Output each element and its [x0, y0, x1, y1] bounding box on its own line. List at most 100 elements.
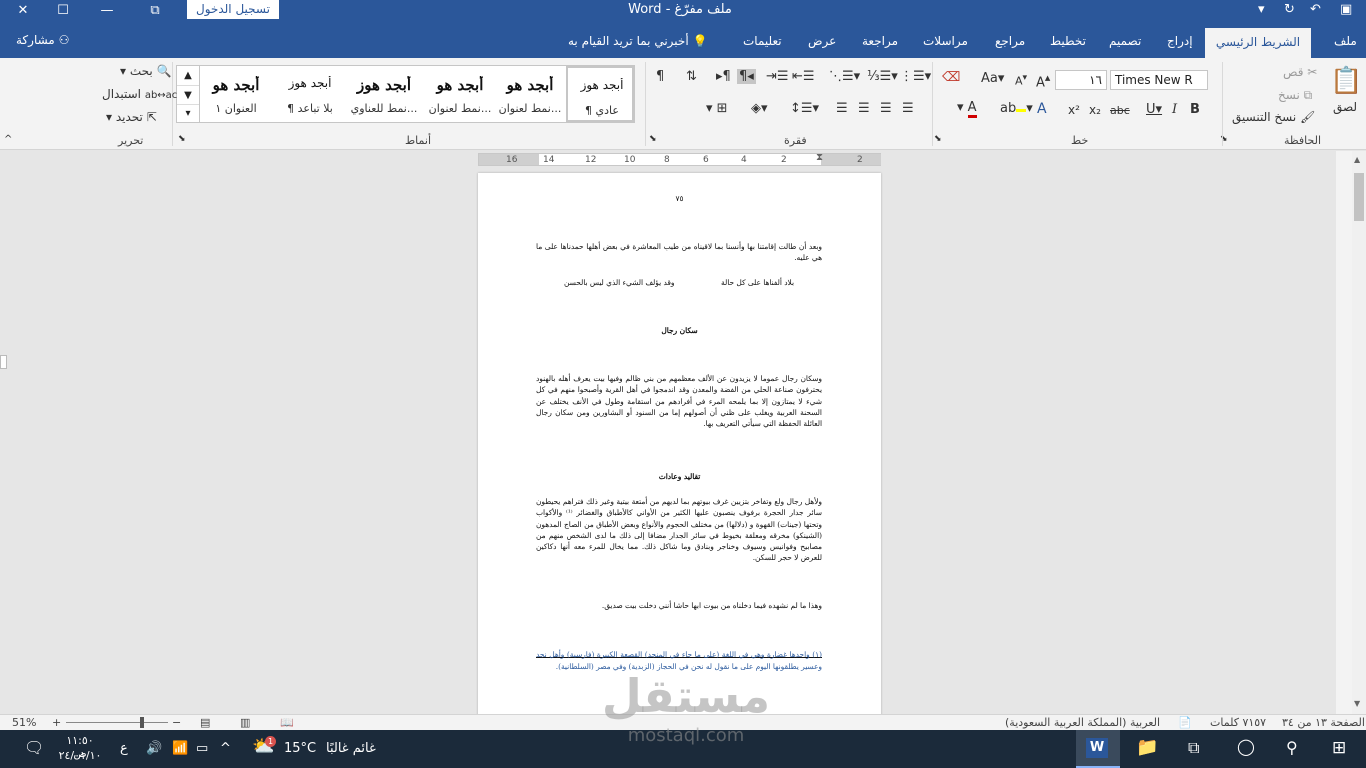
input-language[interactable]: ع [120, 741, 128, 756]
zoom-out-icon[interactable]: − [172, 716, 181, 729]
underline-icon[interactable]: U▾ [1146, 102, 1162, 117]
paste-icon[interactable]: 📋 [1330, 66, 1362, 96]
web-layout-icon[interactable]: ▤ [200, 716, 210, 729]
font-name-combo[interactable]: Times New R [1110, 70, 1208, 90]
ribbon-display-options-icon[interactable]: ⧉ [132, 0, 178, 22]
bold-icon[interactable]: B [1190, 102, 1200, 117]
cut-button[interactable]: قص ✂ [1283, 65, 1317, 79]
strikethrough-icon[interactable]: abc [1110, 104, 1130, 117]
format-painter-button[interactable]: نسخ التنسيق 🖌 [1232, 110, 1315, 124]
rtl-direction-icon[interactable]: ¶◂ [737, 69, 756, 84]
maximize-icon[interactable]: ☐ [40, 0, 86, 22]
collapse-ribbon-icon[interactable]: ^ [4, 134, 12, 145]
highlight-color-icon[interactable]: ab ▾ [1000, 101, 1033, 116]
numbering-icon[interactable]: ⅓☰▾ [867, 69, 898, 84]
minimize-icon[interactable]: — [84, 0, 130, 22]
customize-qat-icon[interactable]: ▾ [1258, 2, 1265, 17]
signin-button[interactable]: تسجيل الدخول [187, 0, 279, 19]
paragraph-launcher-icon[interactable]: ⬊ [649, 134, 657, 144]
cortana-icon[interactable]: ◯ [1237, 737, 1255, 756]
weather-temp[interactable]: 15°C [284, 741, 316, 756]
scroll-up-icon[interactable]: ▲ [1354, 155, 1360, 164]
shading-icon[interactable]: ◈▾ [751, 101, 768, 116]
wifi-icon[interactable]: 📶 [172, 741, 188, 756]
language-indicator[interactable]: العربية (المملكة العربية السعودية) [1005, 716, 1160, 729]
tab-file[interactable]: ملف [1334, 34, 1357, 48]
font-launcher-icon[interactable]: ⬊ [934, 134, 942, 144]
style-heading-1[interactable]: أبجد هو العنوان ١ [202, 66, 270, 122]
vertical-scrollbar[interactable]: ▲ ▼ [1352, 151, 1366, 714]
zoom-level[interactable]: 51% [12, 716, 36, 729]
horizontal-ruler[interactable]: 2 2 4 6 8 10 12 14 16 ⧗ [478, 152, 881, 166]
notifications-icon[interactable]: 🗨 [24, 738, 44, 757]
style-normal[interactable]: أبجد هوز ¶ عادي [566, 66, 634, 122]
tab-design[interactable]: تصميم [1109, 34, 1141, 48]
sort-icon[interactable]: ⇅ [686, 69, 697, 84]
weather-text[interactable]: غائم غالبًا [326, 741, 376, 756]
italic-icon[interactable]: I [1172, 102, 1177, 117]
text-effects-icon[interactable]: A [1037, 101, 1047, 117]
style-heading[interactable]: أبجد هو نمط لعنوان... [496, 66, 564, 122]
center-icon[interactable]: ☰ [880, 101, 892, 116]
align-left-icon[interactable]: ☰ [858, 101, 870, 116]
battery-icon[interactable]: ▭ [196, 741, 208, 756]
increase-indent-icon[interactable]: ⇥☰ [766, 69, 789, 84]
tab-home[interactable]: الشريط الرئيسي [1205, 28, 1311, 58]
replace-button[interactable]: استبدال ab↔ac [102, 87, 177, 101]
chevron-up-icon[interactable]: ▲ [177, 66, 199, 85]
print-layout-icon[interactable]: ▥ [240, 716, 250, 729]
page-indicator[interactable]: الصفحة ١٣ من ٣٤ [1282, 716, 1365, 729]
volume-icon[interactable]: 🔊 [146, 741, 162, 756]
document-workspace[interactable]: 2 2 4 6 8 10 12 14 16 ⧗ ٧٥ وبعد أن طالت … [0, 151, 1352, 714]
search-icon[interactable]: ⚲ [1286, 738, 1298, 757]
subscript-icon[interactable]: x₂ [1089, 103, 1101, 117]
chevron-down-icon[interactable]: ▼ [177, 85, 199, 104]
superscript-icon[interactable]: x² [1068, 103, 1080, 117]
left-scroll-thumb[interactable] [0, 355, 7, 369]
zoom-slider[interactable] [66, 722, 168, 723]
zoom-slider-thumb[interactable] [140, 717, 144, 728]
scroll-down-icon[interactable]: ▼ [1354, 699, 1360, 708]
word-count[interactable]: ٧١٥٧ كلمات [1210, 716, 1266, 729]
vertical-ruler[interactable] [1336, 151, 1352, 714]
borders-icon[interactable]: ▾ ⊞ [706, 101, 728, 116]
proofing-icon[interactable]: 📄 [1178, 716, 1192, 729]
repeat-icon[interactable]: ↻ [1284, 2, 1295, 17]
style-no-spacing[interactable]: أبجد هوز ¶ بلا تباعد [276, 66, 344, 122]
font-size-combo[interactable]: ١٦ [1055, 70, 1107, 90]
select-button[interactable]: ▾ تحديد ⇱ [106, 110, 157, 124]
multilevel-list-icon[interactable]: ⋱☰▾ [829, 69, 860, 84]
line-spacing-icon[interactable]: ↕☰▾ [790, 101, 819, 116]
gallery-more-icon[interactable]: ▾ [177, 104, 199, 122]
tab-mailings[interactable]: مراسلات [923, 34, 968, 48]
styles-launcher-icon[interactable]: ⬊ [178, 134, 186, 144]
document-page[interactable]: ٧٥ وبعد أن طالت إقامتنا بها وأنسنا بما ل… [478, 173, 881, 714]
read-mode-icon[interactable]: 📖 [280, 716, 294, 729]
scroll-thumb[interactable] [1354, 173, 1364, 221]
style-headings[interactable]: أبجد هوز نمط للعناوي... [350, 66, 418, 122]
font-color-icon[interactable]: ▾ A [957, 100, 977, 118]
shrink-font-icon[interactable]: A▾ [1015, 72, 1027, 88]
bullets-icon[interactable]: ⋮☰▾ [900, 69, 931, 84]
task-view-icon[interactable]: ⧉ [1188, 738, 1199, 758]
tab-review[interactable]: مراجعة [862, 34, 898, 48]
copy-button[interactable]: نسخ ⧉ [1278, 88, 1312, 103]
clock-date[interactable]: ٢٤/٠١/١٠ [58, 749, 102, 762]
tab-view[interactable]: عرض [808, 34, 836, 48]
tab-insert[interactable]: إدراج [1167, 34, 1193, 48]
grow-font-icon[interactable]: A▴ [1036, 71, 1050, 90]
clear-formatting-icon[interactable]: ⌫ [942, 70, 960, 85]
change-case-icon[interactable]: Aa▾ [981, 71, 1004, 86]
align-right-icon[interactable]: ☰ [902, 101, 914, 116]
tab-references[interactable]: مراجع [995, 34, 1025, 48]
start-windows-icon[interactable]: ⊞ [1332, 738, 1346, 758]
tab-help[interactable]: تعليمات [743, 34, 782, 48]
paste-button[interactable]: لصق [1333, 100, 1357, 114]
undo-icon[interactable]: ↶ [1310, 2, 1321, 17]
ltr-direction-icon[interactable]: ▸¶ [716, 69, 731, 84]
taskbar-word[interactable]: W [1076, 730, 1120, 768]
file-explorer-icon[interactable]: 📁 [1136, 737, 1158, 758]
decrease-indent-icon[interactable]: ⇤☰ [792, 69, 815, 84]
justify-icon[interactable]: ☰ [836, 101, 848, 116]
tab-layout[interactable]: تخطيط [1050, 34, 1086, 48]
